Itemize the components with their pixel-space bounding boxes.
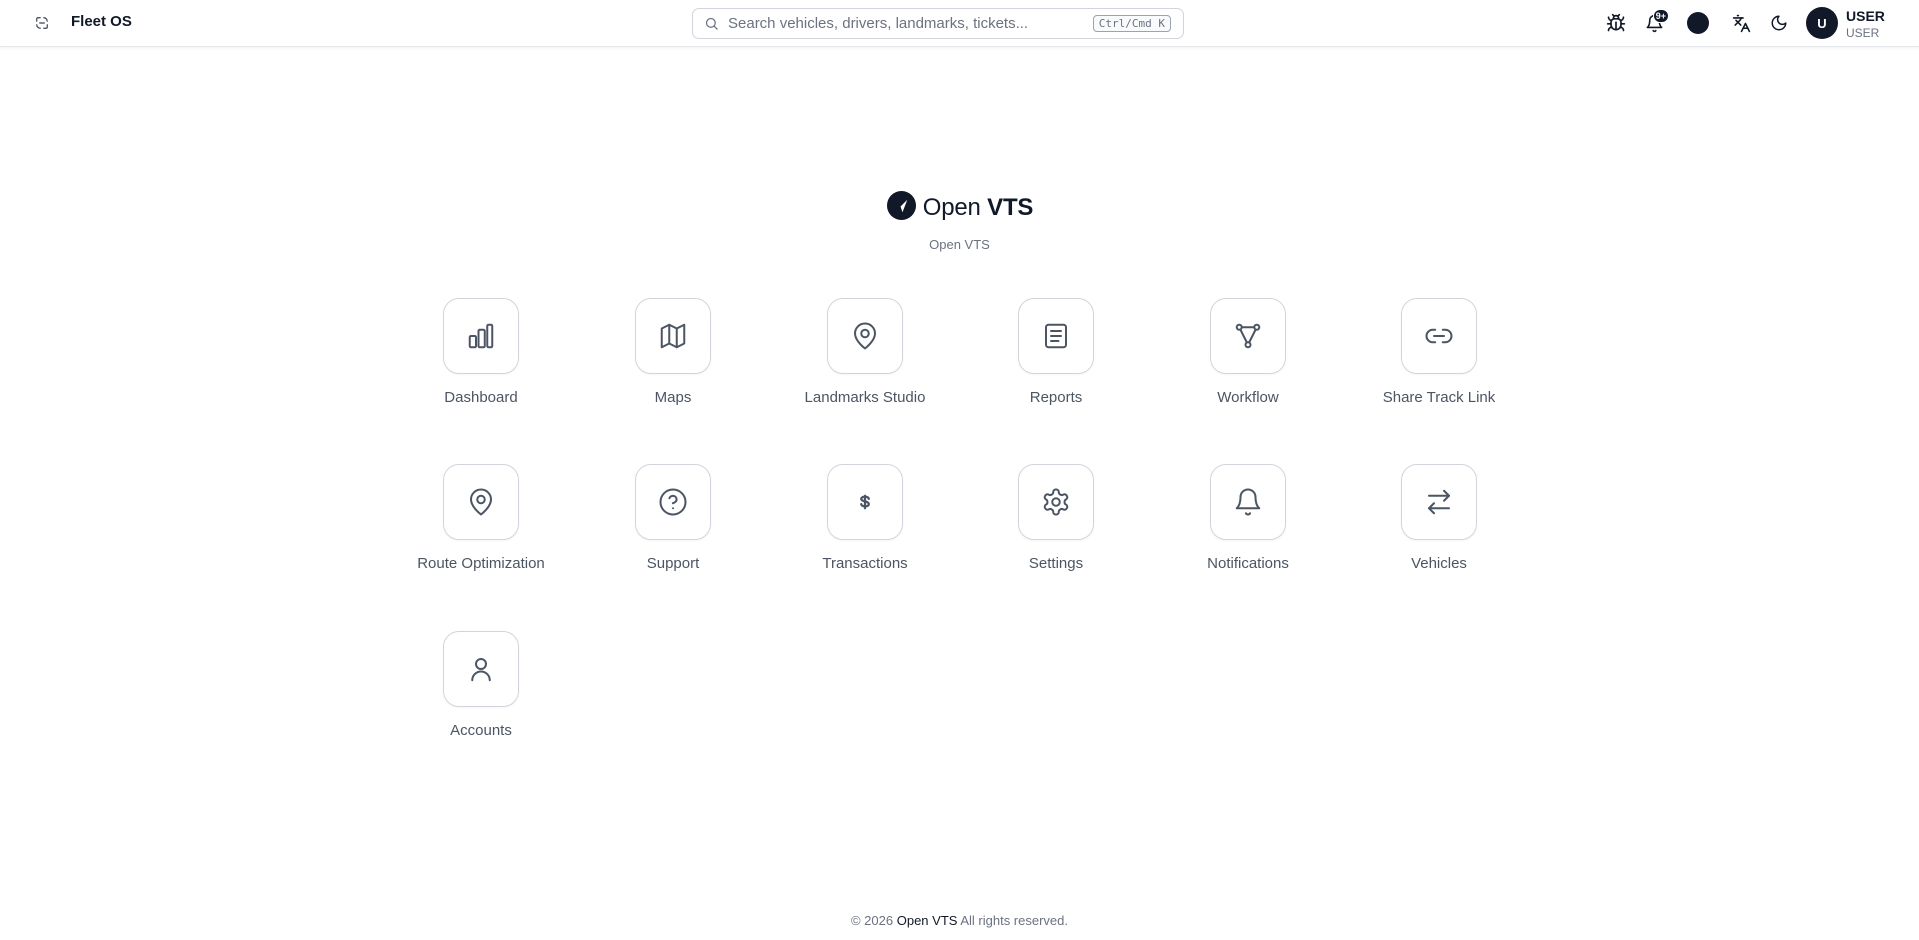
brand-logo: Open VTS [0,190,1919,226]
app-tile-vehicles[interactable]: Vehicles [1359,464,1519,594]
app-tile-reports[interactable]: Reports [976,298,1136,428]
top-bar: Fleet OS Search vehicles, drivers, landm… [0,0,1919,47]
app-tile-label: Support [646,555,700,572]
app-title[interactable]: Fleet OS [71,13,132,30]
help-circle-icon [635,464,711,540]
app-tile-label: Settings [1028,555,1084,572]
app-tile-label: Reports [1029,389,1083,406]
map-icon [635,298,711,374]
link-icon [1401,298,1477,374]
workflow-icon [1210,298,1286,374]
app-tile-maps[interactable]: Maps [593,298,753,428]
user-role: USER [1846,26,1880,40]
app-tile-share-track-link[interactable]: Share Track Link [1359,298,1519,428]
language-icon[interactable] [1728,10,1754,36]
brand-subtitle: Open VTS [929,237,990,252]
app-tile-label: Notifications [1207,555,1289,572]
app-tile-settings[interactable]: Settings [976,464,1136,594]
footer: © 2026 Open VTS All rights reserved. [0,913,1919,928]
gear-icon [1018,464,1094,540]
app-tile-workflow[interactable]: Workflow [1168,298,1328,428]
app-tile-dashboard[interactable]: Dashboard [401,298,561,428]
document-icon [1018,298,1094,374]
search-input[interactable]: Search vehicles, drivers, landmarks, tic… [692,8,1184,39]
app-tile-label: Route Optimization [417,555,545,572]
app-tile-label: Accounts [450,722,512,739]
notification-count-badge: 9+ [1652,9,1669,23]
app-tile-notifications[interactable]: Notifications [1168,464,1328,594]
map-pin-icon [443,464,519,540]
app-tile-label: Dashboard [444,389,518,406]
status-indicator[interactable] [1685,10,1711,36]
search-placeholder: Search vehicles, drivers, landmarks, tic… [728,15,1029,32]
bug-report-icon[interactable] [1603,10,1629,36]
app-tile-transactions[interactable]: Transactions [785,464,945,594]
user-avatar[interactable]: U [1806,7,1838,39]
search-icon [704,16,719,31]
app-tile-support[interactable]: Support [593,464,753,594]
app-tile-label: Workflow [1217,389,1279,406]
sidebar-toggle-icon[interactable] [29,12,55,34]
search-shortcut-hint: Ctrl/Cmd K [1092,15,1171,32]
brand-logo-icon [886,190,917,226]
notifications-bell-icon[interactable]: 9+ [1641,9,1669,36]
user-icon [443,631,519,707]
bar-chart-icon [443,298,519,374]
app-tile-label: Share Track Link [1382,389,1496,406]
arrows-exchange-icon [1401,464,1477,540]
user-name[interactable]: USER [1846,8,1885,24]
dollar-icon [827,464,903,540]
app-tile-label: Transactions [822,555,908,572]
app-tile-accounts[interactable]: Accounts [401,631,561,761]
brand-name: Open VTS [922,194,1034,221]
app-tile-label: Maps [654,389,692,406]
app-tile-label: Landmarks Studio [804,389,926,406]
app-tile-landmarks-studio[interactable]: Landmarks Studio [785,298,945,428]
status-dot-icon [1687,12,1709,34]
map-pin-icon [827,298,903,374]
bell-icon [1210,464,1286,540]
footer-rights: All rights reserved. [960,913,1068,928]
app-tile-label: Vehicles [1411,555,1467,572]
dark-mode-moon-icon[interactable] [1766,10,1792,36]
footer-copyright: © 2026 [850,913,894,928]
footer-brand-link[interactable]: Open VTS [897,913,958,928]
app-tile-route-optimization[interactable]: Route Optimization [401,464,561,594]
